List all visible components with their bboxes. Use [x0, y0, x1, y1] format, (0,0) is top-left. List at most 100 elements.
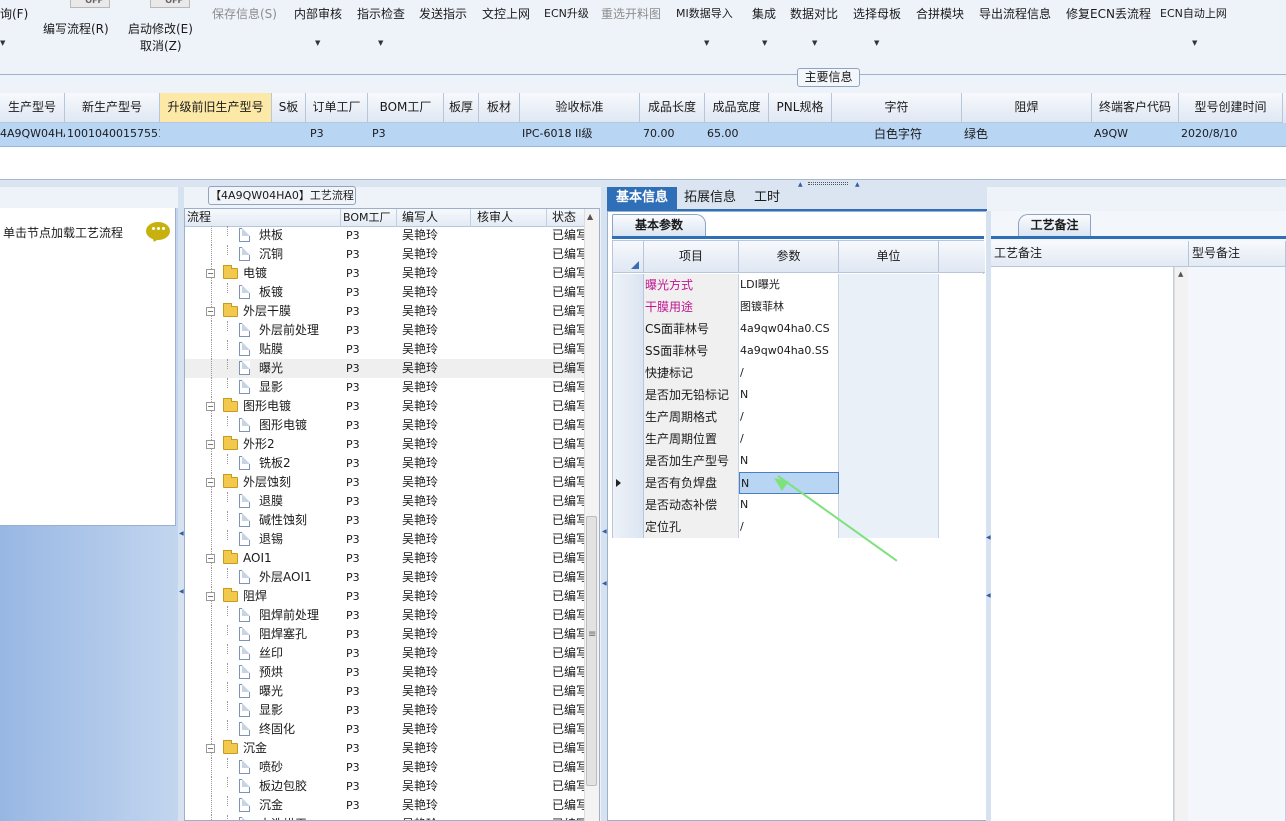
param-unit[interactable]	[839, 296, 939, 318]
param-value[interactable]: N	[739, 494, 839, 516]
row-indicator[interactable]	[613, 406, 644, 428]
expand-collapse-icon[interactable]: −	[206, 478, 215, 487]
tree-node-row[interactable]: 终固化 P3 吴艳玲 已编写	[185, 720, 585, 739]
param-row[interactable]: 曝光方式 LDI曝光	[613, 274, 985, 296]
tree-node-row[interactable]: − 外层干膜 P3 吴艳玲 已编写	[185, 302, 585, 321]
row-indicator[interactable]	[613, 494, 644, 516]
param-value[interactable]: 图镀菲林	[739, 296, 839, 318]
param-unit[interactable]	[839, 362, 939, 384]
row-indicator[interactable]	[613, 318, 644, 340]
col-header[interactable]: 终端客户代码	[1092, 93, 1179, 123]
internal-review-button[interactable]: 内部审核	[294, 5, 342, 22]
collapse-left-icon[interactable]: ◀	[179, 530, 184, 537]
col-header[interactable]: 板材	[479, 93, 520, 123]
select-mother-board-button[interactable]: 选择母板	[853, 5, 901, 22]
tree-node-row[interactable]: 阻焊塞孔 P3 吴艳玲 已编写	[185, 625, 585, 644]
tree-node-row[interactable]: 显影 P3 吴艳玲 已编写	[185, 378, 585, 397]
param-value[interactable]: /	[739, 516, 839, 538]
param-row[interactable]: 是否加生产型号 N	[613, 450, 985, 472]
splitter-grip-icon[interactable]	[808, 182, 848, 185]
dropdown-caret-icon[interactable]: ▼	[1192, 39, 1197, 47]
cell-width[interactable]: 65.00	[705, 123, 769, 145]
tree-node-row[interactable]: 丝印 P3 吴艳玲 已编写	[185, 644, 585, 663]
cell-s-board[interactable]: P3	[308, 123, 348, 145]
param-unit[interactable]	[839, 472, 939, 494]
param-value[interactable]: LDI曝光	[739, 274, 839, 296]
ecn-upgrade-button[interactable]: ECN升级	[544, 5, 589, 21]
tree-node-row[interactable]: − 图形电镀 P3 吴艳玲 已编写	[185, 397, 585, 416]
mi-data-import-button[interactable]: MI数据导入	[676, 5, 733, 21]
param-unit[interactable]	[839, 450, 939, 472]
params-col-item[interactable]: 项目	[644, 241, 739, 273]
tab-basic-info[interactable]: 基本信息	[607, 187, 677, 209]
main-info-row[interactable]: 4A9QW04HA0 10010400157551 P3 P3 IPC-6018…	[0, 123, 1286, 147]
param-row[interactable]: 是否动态补偿 N	[613, 494, 985, 516]
collapse-left-icon[interactable]: ◀	[602, 528, 607, 535]
process-notes-textarea[interactable]	[991, 267, 1174, 821]
row-indicator[interactable]	[613, 384, 644, 406]
cell-acceptance-standard[interactable]: IPC-6018 II级	[520, 123, 640, 145]
chat-bubble-icon[interactable]	[146, 222, 170, 240]
tree-col-bom[interactable]: BOM工厂	[341, 209, 397, 227]
toggle-off-switch-2[interactable]: OFF	[150, 0, 190, 8]
row-indicator[interactable]	[613, 516, 644, 538]
reselect-cutting-diagram-button[interactable]: 重选开料图	[601, 5, 661, 22]
col-header[interactable]: 型号创建时间	[1179, 93, 1283, 123]
merge-module-button[interactable]: 合拼模块	[916, 5, 964, 22]
repair-ecn-lost-flow-button[interactable]: 修复ECN丢流程	[1066, 5, 1151, 22]
col-header[interactable]: PNL规格	[769, 93, 832, 123]
col-header[interactable]: 订单工厂	[306, 93, 368, 123]
param-value[interactable]: /	[739, 428, 839, 450]
param-unit[interactable]	[839, 516, 939, 538]
select-all-corner[interactable]	[613, 241, 644, 273]
dropdown-caret-icon[interactable]: ▼	[762, 39, 767, 47]
write-flow-button[interactable]: 编写流程(R)	[43, 20, 109, 37]
row-indicator[interactable]	[613, 362, 644, 384]
row-indicator[interactable]	[613, 472, 644, 494]
tab-basic-params[interactable]: 基本参数	[612, 214, 706, 236]
export-flow-info-button[interactable]: 导出流程信息	[979, 5, 1051, 22]
doc-control-online-button[interactable]: 文控上网	[482, 5, 530, 22]
col-header[interactable]: 成品长度	[640, 93, 705, 123]
tree-node-row[interactable]: 外层前处理 P3 吴艳玲 已编写	[185, 321, 585, 340]
tab-process-notes[interactable]: 工艺备注	[1018, 214, 1091, 236]
col-header[interactable]: 阻焊	[962, 93, 1092, 123]
param-row[interactable]: 是否加无铅标记 N	[613, 384, 985, 406]
tree-col-flow[interactable]: 流程	[185, 209, 341, 227]
tree-node-row[interactable]: 烘板 P3 吴艳玲 已编写	[185, 226, 585, 245]
expand-collapse-icon[interactable]: −	[206, 592, 215, 601]
integrate-button[interactable]: 集成	[752, 5, 776, 22]
cell-silkscreen[interactable]: 白色字符	[832, 123, 962, 145]
param-unit[interactable]	[839, 340, 939, 362]
row-indicator[interactable]	[613, 340, 644, 362]
expand-collapse-icon[interactable]: −	[206, 440, 215, 449]
col-header-highlighted[interactable]: 升级前旧生产型号	[160, 93, 272, 123]
col-header[interactable]: S板	[272, 93, 306, 123]
row-indicator[interactable]	[613, 428, 644, 450]
tree-node-row[interactable]: − 外层蚀刻 P3 吴艳玲 已编写	[185, 473, 585, 492]
expand-collapse-icon[interactable]: −	[206, 269, 215, 278]
cell-model[interactable]: 4A9QW04HA0	[0, 123, 65, 145]
param-unit[interactable]	[839, 494, 939, 516]
tree-node-row[interactable]: 阻焊前处理 P3 吴艳玲 已编写	[185, 606, 585, 625]
tree-node-row[interactable]: 水洗烘干 P3 吴艳玲 已编写	[185, 815, 585, 820]
collapse-left-icon[interactable]: ◀	[179, 588, 184, 595]
param-row[interactable]: 生产周期格式 /	[613, 406, 985, 428]
tree-node-row[interactable]: 铣板2 P3 吴艳玲 已编写	[185, 454, 585, 473]
notes-scrollbar[interactable]: ▲	[1174, 267, 1188, 821]
row-indicator[interactable]	[613, 274, 644, 296]
start-modify-button[interactable]: 启动修改(E)	[128, 20, 193, 37]
cell-create-time[interactable]: 2020/8/10	[1179, 123, 1283, 145]
tree-node-row[interactable]: 沉铜 P3 吴艳玲 已编写	[185, 245, 585, 264]
col-header[interactable]: 生产型号	[0, 93, 65, 123]
param-value[interactable]: 4a9qw04ha0.CS	[739, 318, 839, 340]
cell-customer-code[interactable]: A9QW	[1092, 123, 1179, 145]
tree-node-row[interactable]: − 外形2 P3 吴艳玲 已编写	[185, 435, 585, 454]
collapse-left-icon[interactable]: ◀	[986, 592, 991, 599]
expand-collapse-icon[interactable]: −	[206, 744, 215, 753]
param-row[interactable]: 快捷标记 /	[613, 362, 985, 384]
tree-node-row[interactable]: 沉金 P3 吴艳玲 已编写	[185, 796, 585, 815]
tree-node-row[interactable]: 显影 P3 吴艳玲 已编写	[185, 701, 585, 720]
tree-node-row[interactable]: − 沉金 P3 吴艳玲 已编写	[185, 739, 585, 758]
param-row[interactable]: SS面菲林号 4a9qw04ha0.SS	[613, 340, 985, 362]
